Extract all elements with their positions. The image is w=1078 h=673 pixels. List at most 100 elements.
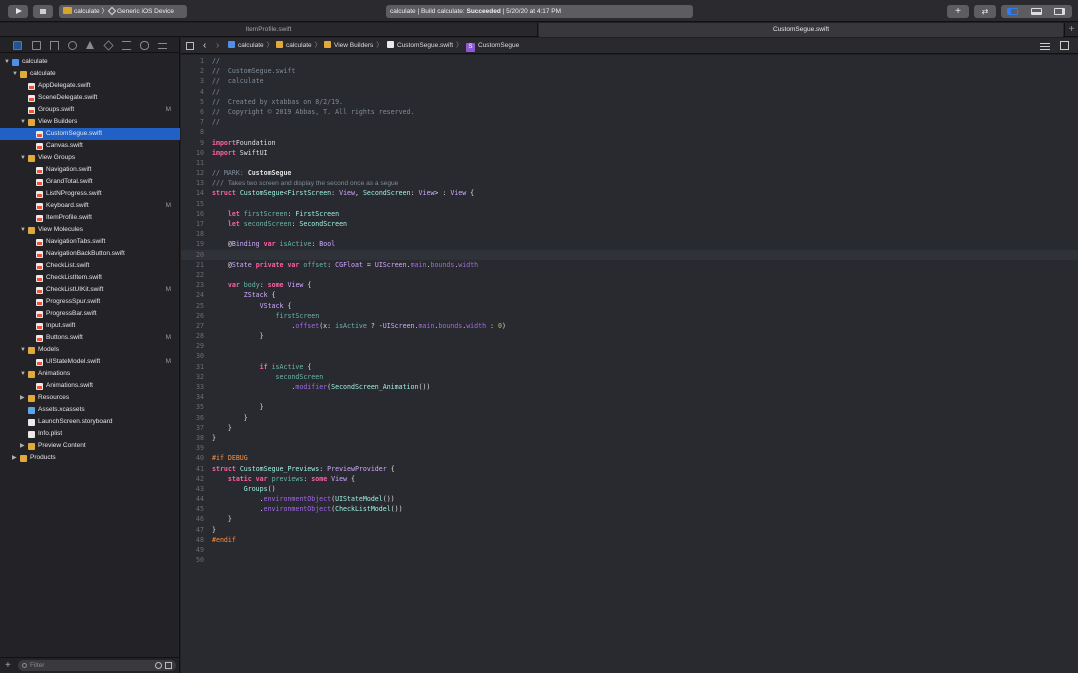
tree-row[interactable]: Groups.swift M [0,104,180,116]
recent-files-icon[interactable] [155,662,162,669]
issue-navigator-icon[interactable] [86,41,94,49]
code-line[interactable]: 41 struct CustomSegue_Previews: PreviewPr… [181,464,1078,474]
tree-row[interactable]: ProgressSpur.swift [0,296,180,308]
code-line[interactable]: 46 } [181,514,1078,524]
code-line[interactable]: 17 let secondScreen: SecondScreen [181,219,1078,229]
tree-row[interactable]: ▶ Preview Content [0,440,180,452]
tree-row[interactable]: ▼ View Builders [0,116,180,128]
code-line[interactable]: 35 } [181,402,1078,412]
disclosure-expanded-icon[interactable]: ▼ [4,56,11,68]
code-line[interactable]: 24 ZStack { [181,290,1078,300]
breadcrumb-item[interactable]: View Builders 〉 [324,38,383,54]
code-line[interactable]: 3 // calculate [181,76,1078,86]
tree-row[interactable]: Buttons.swift M [0,332,180,344]
tree-row[interactable]: UIStateModel.swift M [0,356,180,368]
tree-row[interactable]: ▶ Products [0,452,180,464]
code-line[interactable]: 20 [181,249,1078,260]
disclosure-expanded-icon[interactable]: ▼ [20,152,27,164]
code-line[interactable]: 50 [181,555,1078,565]
code-line[interactable]: 23 var body: some View { [181,280,1078,290]
disclosure-expanded-icon[interactable]: ▼ [20,368,27,380]
add-file-button[interactable]: + [5,660,11,671]
tree-row[interactable]: ▼ calculate [0,56,180,68]
tree-row[interactable]: CheckList.swift [0,260,180,272]
code-line[interactable]: 12 // MARK: CustomSegue [181,168,1078,178]
code-line[interactable]: 18 [181,229,1078,239]
filter-field[interactable]: Filter [18,660,176,671]
code-line[interactable]: 13/// Takes two screen and display the s… [181,178,1078,188]
code-line[interactable]: 40 #if DEBUG [181,453,1078,463]
code-line[interactable]: 31 if isActive { [181,362,1078,372]
disclosure-collapsed-icon[interactable]: ▶ [20,440,27,452]
tree-row[interactable]: LaunchScreen.storyboard [0,416,180,428]
code-line[interactable]: 11 [181,158,1078,168]
code-line[interactable]: 38} [181,433,1078,443]
code-line[interactable]: 8 [181,127,1078,137]
debug-navigator-icon[interactable] [122,41,131,50]
debug-area-toggle-icon[interactable] [1031,8,1042,15]
code-line[interactable]: 47} [181,525,1078,535]
tree-row[interactable]: SceneDelegate.swift [0,92,180,104]
tab-itemprofile[interactable]: ItemProfile.swift [0,23,538,37]
disclosure-collapsed-icon[interactable]: ▶ [20,392,27,404]
code-line[interactable]: 28 } [181,331,1078,341]
breadcrumb-item[interactable]: calculate 〉 [276,38,321,54]
run-button[interactable] [8,5,28,18]
breadcrumb-item[interactable]: CustomSegue.swift 〉 [387,38,463,54]
disclosure-expanded-icon[interactable]: ▼ [20,224,27,236]
code-line[interactable]: 29 [181,341,1078,351]
code-line[interactable]: 21 @State private var offset: CGFloat = … [181,260,1078,270]
tree-row[interactable]: ▼ Animations [0,368,180,380]
find-navigator-icon[interactable] [68,41,77,50]
tree-row[interactable]: AppDelegate.swift [0,80,180,92]
code-line[interactable]: 9 importFoundation [181,138,1078,148]
symbol-navigator-icon[interactable] [50,41,59,50]
forward-button[interactable]: › [216,38,219,54]
related-items-icon[interactable] [186,42,194,50]
code-line[interactable]: 27 .offset(x: isActive ? -UIScreen.main.… [181,321,1078,331]
tree-row[interactable]: Canvas.swift [0,140,180,152]
test-navigator-icon[interactable] [103,40,114,51]
code-line[interactable]: 15 [181,199,1078,209]
tree-row[interactable]: ListNProgress.swift [0,188,180,200]
tree-row[interactable]: ▼ View Molecules [0,224,180,236]
code-line[interactable]: 39 [181,443,1078,453]
source-editor[interactable]: 1 // 2 // CustomSegue.swift 3 // calculate 4 //… [181,55,1078,673]
breakpoint-navigator-icon[interactable] [140,41,149,50]
back-button[interactable]: ‹ [203,38,206,54]
code-line[interactable]: 48 #endif [181,535,1078,545]
code-line[interactable]: 1 // [181,56,1078,66]
tree-row[interactable]: ItemProfile.swift [0,212,180,224]
tree-row[interactable]: CustomSegue.swift [0,128,180,140]
inspector-toggle-icon[interactable] [1054,8,1065,15]
scheme-selector[interactable]: calculate 〉 Generic iOS Device [59,5,187,18]
code-line[interactable]: 4 // [181,87,1078,97]
new-tab-button[interactable]: + [1064,23,1078,37]
tree-row[interactable]: Input.swift [0,320,180,332]
stop-button[interactable] [33,5,53,18]
source-control-filter-icon[interactable] [165,662,172,669]
breadcrumb-item[interactable]: S CustomSegue [466,38,519,54]
tree-row[interactable]: ▼ Models [0,344,180,356]
code-line[interactable]: 26 firstScreen [181,311,1078,321]
tree-row[interactable]: ▶ Resources [0,392,180,404]
tree-row[interactable]: CheckListItem.swift [0,272,180,284]
tree-row[interactable]: Assets.xcassets [0,404,180,416]
code-review-button[interactable]: ⇄ [974,5,996,18]
tree-row[interactable]: ProgressBar.swift [0,308,180,320]
code-line[interactable]: 25 VStack { [181,301,1078,311]
code-line[interactable]: 32 secondScreen [181,372,1078,382]
tree-row[interactable]: Animations.swift [0,380,180,392]
editor-options-icon[interactable] [1040,43,1050,50]
tree-row[interactable]: NavigationBackButton.swift [0,248,180,260]
code-line[interactable]: 34 [181,392,1078,402]
code-line[interactable]: 6 // Copyright © 2019 Abbas, T. All right… [181,107,1078,117]
tree-row[interactable]: Keyboard.swift M [0,200,180,212]
library-button[interactable]: + [947,5,969,18]
code-line[interactable]: 5 // Created by xtabbas on 8/2/19. [181,97,1078,107]
code-line[interactable]: 45 .environmentObject(CheckListModel()) [181,504,1078,514]
tree-row[interactable]: CheckListUIKit.swift M [0,284,180,296]
code-line[interactable]: 30 [181,351,1078,361]
tree-row[interactable]: ▼ calculate [0,68,180,80]
project-navigator-icon[interactable] [13,41,22,50]
